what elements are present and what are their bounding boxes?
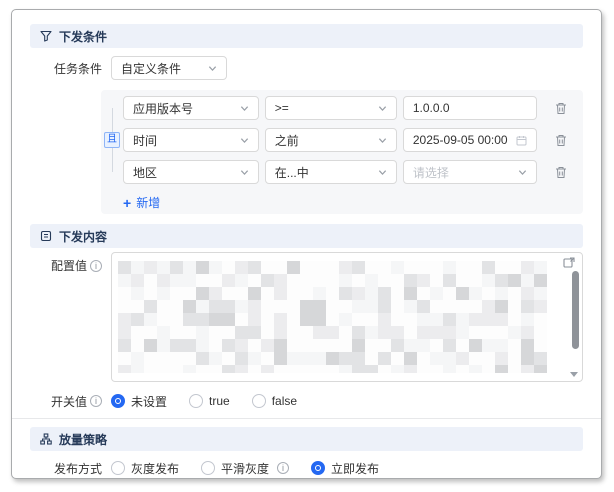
delete-condition-button[interactable] (551, 160, 571, 184)
delete-condition-button[interactable] (551, 128, 571, 152)
radio-option-gray-release[interactable]: 灰度发布 (111, 460, 179, 477)
section-header-conditions: 下发条件 (30, 24, 583, 48)
condition-row: 地区 在...中 请选择 (123, 160, 571, 184)
task-condition-label: 任务条件 (30, 60, 102, 77)
strategy-icon (40, 433, 52, 445)
radio-option-smooth-gray[interactable]: 平滑灰度 (201, 460, 269, 477)
trash-icon (555, 102, 567, 115)
content-icon (40, 230, 52, 242)
condition-operator-select[interactable]: 之前 (265, 128, 397, 152)
section-title: 放量策略 (59, 431, 107, 448)
condition-row: 时间 之前 2025-09-05 00:00 (123, 128, 571, 152)
chevron-down-icon (240, 136, 249, 145)
radio-icon[interactable] (311, 461, 325, 475)
condition-row: 应用版本号 >= 1.0.0.0 (123, 96, 571, 120)
chevron-down-icon (378, 168, 387, 177)
radio-icon[interactable] (111, 394, 125, 408)
condition-operator-select[interactable]: 在...中 (265, 160, 397, 184)
condition-date-input[interactable]: 2025-09-05 00:00 (403, 128, 537, 152)
condition-field-select[interactable]: 地区 (123, 160, 259, 184)
config-value-label: 配置值 i (30, 257, 102, 274)
chevron-down-icon (518, 168, 527, 177)
radio-icon[interactable] (189, 394, 203, 408)
config-value-textarea[interactable] (111, 252, 583, 382)
textarea-scrollbar[interactable] (572, 271, 579, 349)
radio-icon[interactable] (252, 394, 266, 408)
logic-and-badge[interactable]: 且 (104, 132, 120, 148)
config-form-panel: 下发条件 任务条件 自定义条件 且 应用版本号 >= 1.0.0.0 (11, 9, 602, 479)
filter-icon (40, 30, 52, 42)
condition-group: 且 应用版本号 >= 1.0.0.0 时间 之前 (101, 90, 583, 214)
publish-method-label: 发布方式 (30, 460, 102, 477)
chevron-down-icon (240, 168, 249, 177)
condition-value-select[interactable]: 请选择 (403, 160, 537, 184)
radio-option-unset[interactable]: 未设置 (111, 393, 167, 410)
chevron-down-icon (378, 104, 387, 113)
condition-operator-select[interactable]: >= (265, 96, 397, 120)
delete-condition-button[interactable] (551, 96, 571, 120)
section-divider (12, 418, 601, 419)
condition-value-input[interactable]: 1.0.0.0 (403, 96, 537, 120)
chevron-down-icon (208, 64, 217, 73)
plus-icon: + (123, 197, 131, 209)
chevron-down-icon (378, 136, 387, 145)
info-icon[interactable]: i (277, 462, 289, 474)
chevron-down-icon (240, 104, 249, 113)
task-condition-select[interactable]: 自定义条件 (111, 56, 227, 80)
info-icon[interactable]: i (90, 260, 102, 272)
section-header-content: 下发内容 (30, 224, 583, 248)
redacted-config-content (118, 261, 558, 373)
radio-icon[interactable] (111, 461, 125, 475)
calendar-icon (516, 135, 527, 146)
trash-icon (555, 134, 567, 147)
radio-option-immediate-release[interactable]: 立即发布 (311, 460, 379, 477)
section-header-strategy: 放量策略 (30, 427, 583, 451)
switch-value-label: 开关值 i (30, 393, 102, 410)
section-title: 下发内容 (59, 228, 107, 245)
radio-icon[interactable] (201, 461, 215, 475)
expand-editor-icon[interactable] (562, 256, 577, 271)
add-condition-button[interactable]: + 新增 (123, 194, 160, 211)
condition-field-select[interactable]: 时间 (123, 128, 259, 152)
info-icon[interactable]: i (90, 395, 102, 407)
scroll-down-arrow-icon[interactable] (570, 372, 578, 377)
condition-field-select[interactable]: 应用版本号 (123, 96, 259, 120)
section-title: 下发条件 (59, 28, 107, 45)
radio-option-false[interactable]: false (252, 394, 297, 408)
radio-option-true[interactable]: true (189, 394, 230, 408)
trash-icon (555, 166, 567, 179)
